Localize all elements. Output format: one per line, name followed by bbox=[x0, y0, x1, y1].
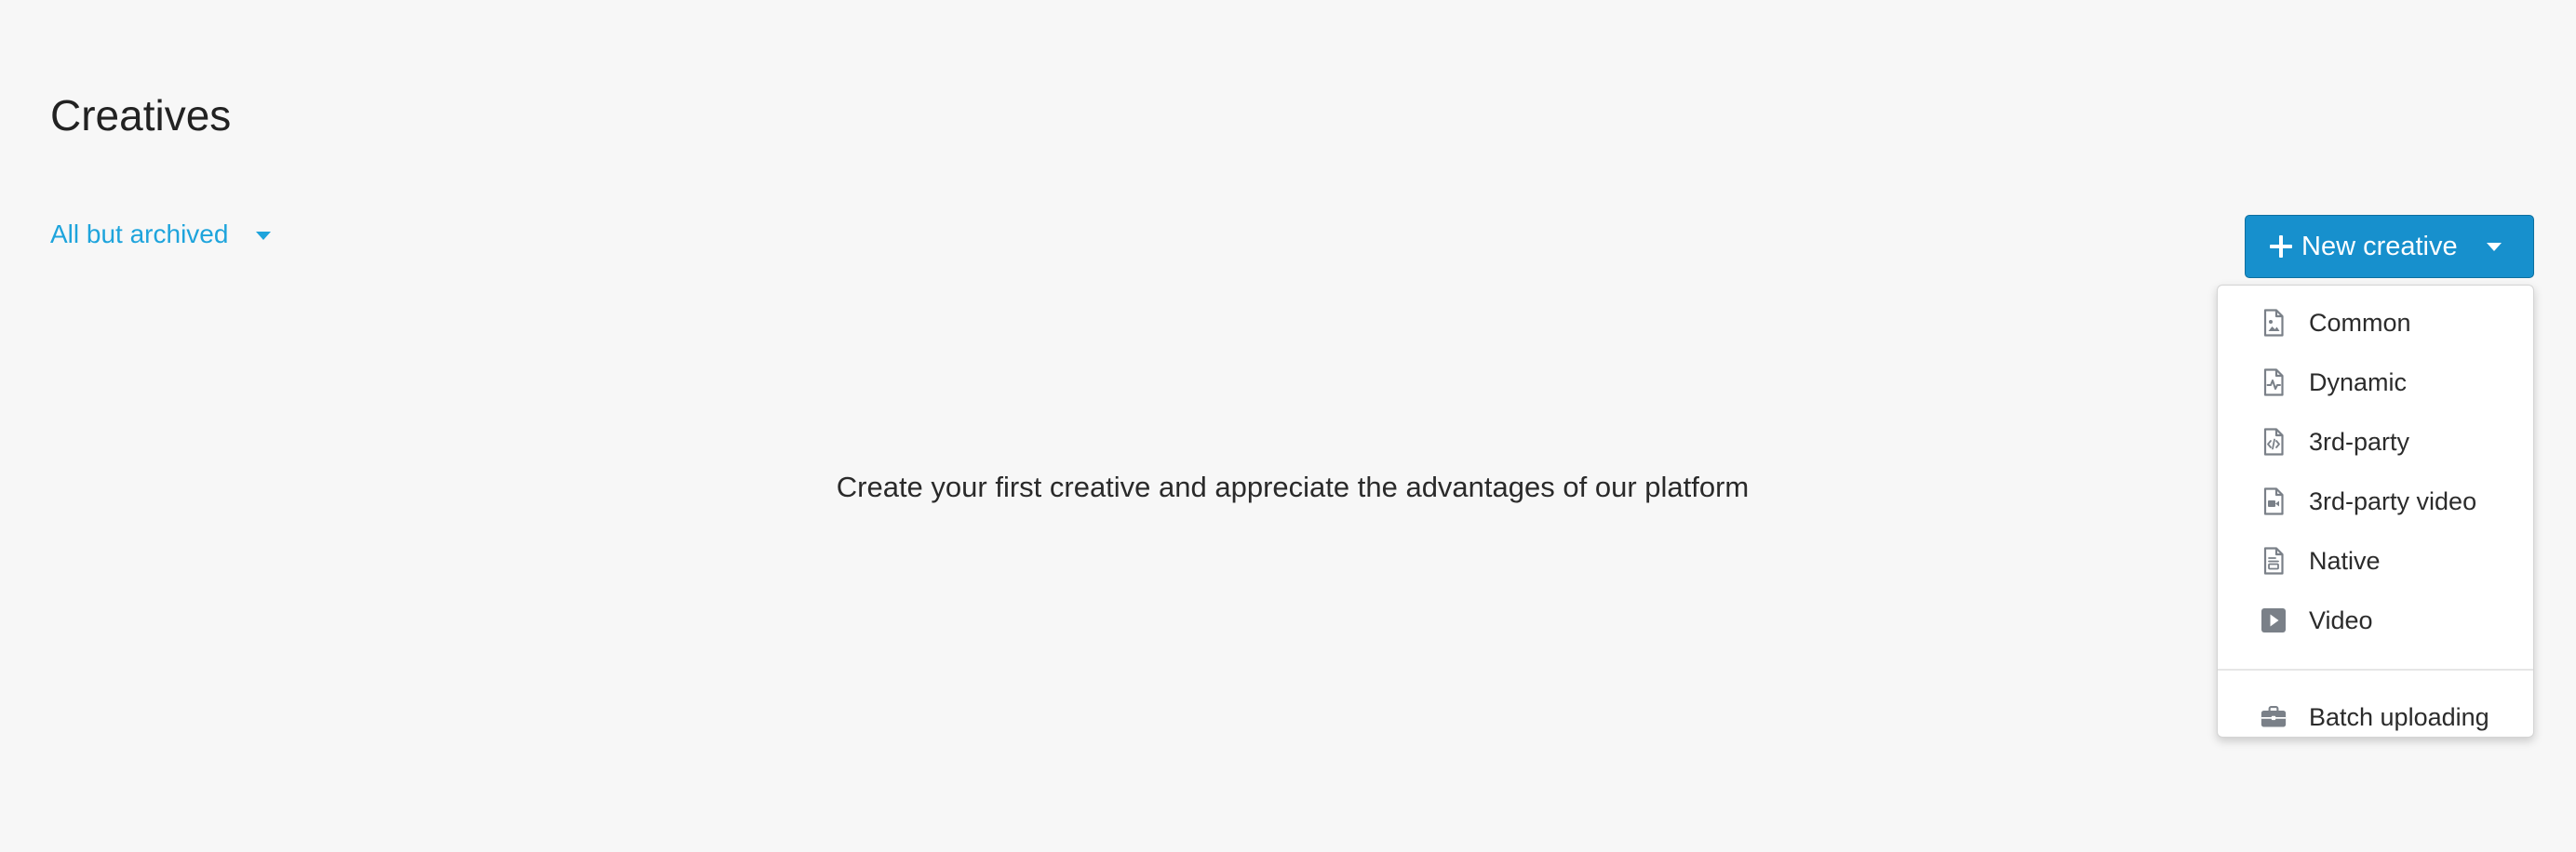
menu-item-label: Dynamic bbox=[2309, 367, 2408, 396]
briefcase-icon bbox=[2261, 702, 2287, 732]
file-native-icon bbox=[2261, 546, 2287, 576]
new-creative-button[interactable]: New creative bbox=[2245, 215, 2534, 278]
filter-label: All but archived bbox=[50, 220, 229, 248]
caret-down-icon bbox=[256, 231, 272, 240]
menu-item-3rd-party-video[interactable]: 3rd-party video bbox=[2218, 472, 2533, 531]
caret-down-icon[interactable] bbox=[2487, 243, 2502, 251]
page-title: Creatives bbox=[50, 91, 232, 140]
menu-item-label: Batch uploading bbox=[2309, 702, 2489, 731]
new-creative-label: New creative bbox=[2301, 231, 2458, 261]
menu-item-video[interactable]: Video bbox=[2218, 591, 2533, 650]
new-creative-menu: Common Dynamic 3rd-party 3rd-party video… bbox=[2217, 285, 2534, 738]
menu-divider bbox=[2218, 669, 2533, 671]
menu-item-label: Video bbox=[2309, 606, 2373, 634]
menu-item-common[interactable]: Common bbox=[2218, 293, 2533, 353]
empty-state-message: Create your first creative and appreciat… bbox=[836, 471, 1750, 503]
menu-item-batch-uploading[interactable]: Batch uploading bbox=[2218, 689, 2533, 745]
filter-dropdown[interactable]: All but archived bbox=[50, 216, 272, 253]
menu-item-3rd-party[interactable]: 3rd-party bbox=[2218, 412, 2533, 472]
menu-item-label: 3rd-party bbox=[2309, 427, 2410, 456]
file-code-icon bbox=[2261, 427, 2287, 457]
menu-item-native[interactable]: Native bbox=[2218, 531, 2533, 591]
plus-icon bbox=[2270, 235, 2292, 258]
menu-item-label: Common bbox=[2309, 308, 2411, 337]
file-video-icon bbox=[2261, 486, 2287, 516]
play-square-icon bbox=[2261, 606, 2287, 635]
file-pulse-icon bbox=[2261, 367, 2287, 397]
menu-item-dynamic[interactable]: Dynamic bbox=[2218, 353, 2533, 412]
file-image-icon bbox=[2261, 308, 2287, 338]
menu-item-label: Native bbox=[2309, 546, 2381, 575]
menu-item-label: 3rd-party video bbox=[2309, 486, 2477, 515]
